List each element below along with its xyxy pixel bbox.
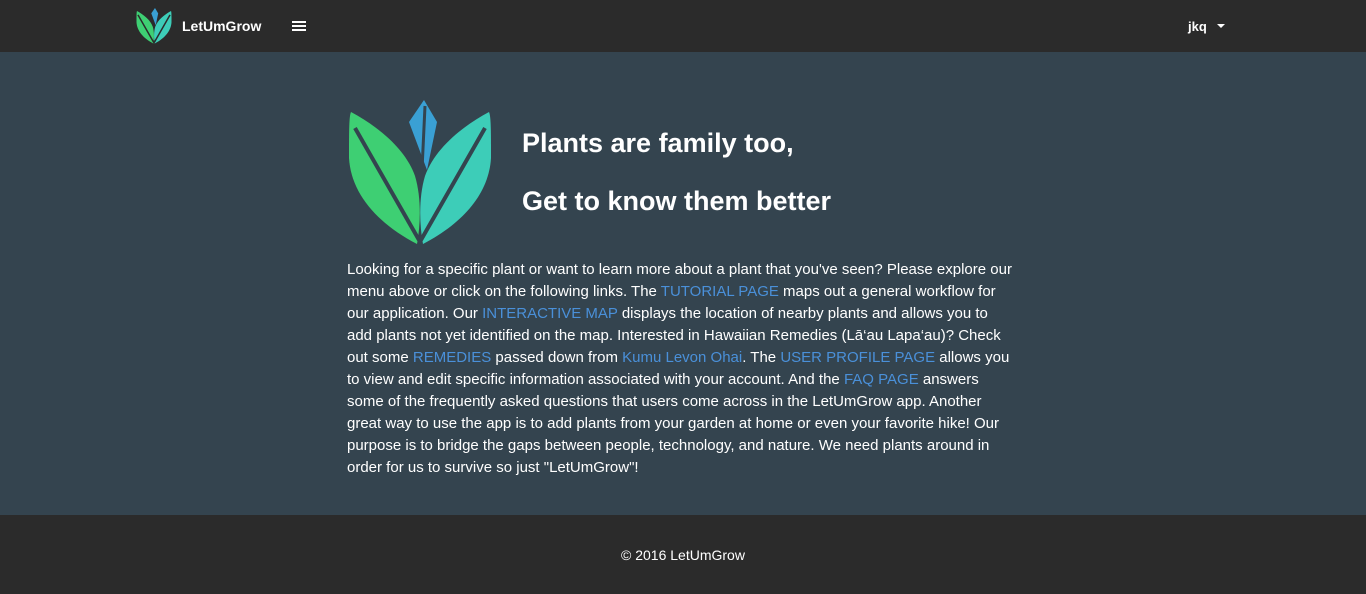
- caret-down-icon: [1216, 24, 1225, 28]
- interactive-map-link[interactable]: INTERACTIVE MAP: [482, 305, 618, 322]
- copyright-text: © 2016 LetUmGrow: [621, 547, 745, 563]
- tutorial-page-link[interactable]: TUTORIAL PAGE: [661, 283, 779, 300]
- menu-toggle-button[interactable]: [289, 16, 309, 36]
- user-dropdown[interactable]: jkq: [1188, 16, 1225, 36]
- faq-page-link[interactable]: FAQ PAGE: [844, 371, 919, 388]
- brand-link[interactable]: LetUmGrow: [135, 8, 261, 44]
- footer: © 2016 LetUmGrow: [0, 515, 1366, 594]
- intro-text: passed down from: [491, 349, 623, 366]
- remedies-link[interactable]: REMEDIES: [413, 349, 491, 366]
- main-content: Plants are family too, Get to know them …: [0, 52, 1366, 515]
- intro-text: . The: [742, 349, 781, 366]
- hero-headline-primary: Plants are family too,: [522, 128, 794, 158]
- user-name: jkq: [1188, 18, 1207, 34]
- brand-name: LetUmGrow: [182, 18, 262, 34]
- user-profile-page-link[interactable]: USER PROFILE PAGE: [780, 349, 935, 366]
- lotus-leaf-logo-icon: [135, 8, 173, 44]
- navbar: LetUmGrow jkq: [0, 0, 1366, 52]
- hamburger-menu-icon: [292, 21, 306, 31]
- intro-paragraph: Looking for a specific plant or want to …: [347, 259, 1015, 479]
- lotus-leaf-logo-icon: [346, 100, 494, 246]
- hero-headline-secondary: Get to know them better: [522, 186, 832, 216]
- kumu-levon-ohai-link[interactable]: Kumu Levon Ohai: [622, 349, 742, 366]
